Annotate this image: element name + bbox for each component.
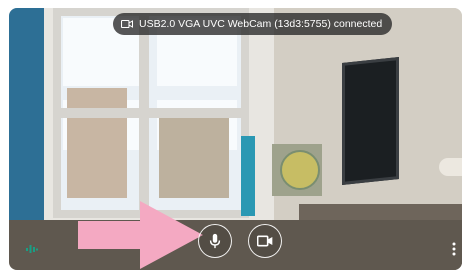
video-scene-tv [342,57,399,185]
audio-level-icon [26,245,38,253]
camera-preview [9,8,462,270]
microphone-button[interactable] [198,224,232,258]
videocam-outline-icon [121,19,133,29]
video-scene-mullion [53,108,249,118]
camera-button[interactable] [248,224,282,258]
microphone-icon [209,233,221,249]
more-vert-icon[interactable] [452,242,456,256]
annotation-arrow [78,201,203,269]
camera-status-text: USB2.0 VGA UVC WebCam (13d3:5755) connec… [139,18,383,30]
video-scene-lamp [439,158,462,176]
video-scene-desk [9,220,462,270]
video-scene-poster [272,144,322,196]
video-scene-building [159,108,229,198]
camera-status-pill: USB2.0 VGA UVC WebCam (13d3:5755) connec… [113,13,393,35]
video-scene-building [67,88,127,198]
videocam-icon [257,235,273,247]
video-scene-shade [241,136,255,216]
video-scene-window-left [9,8,44,238]
